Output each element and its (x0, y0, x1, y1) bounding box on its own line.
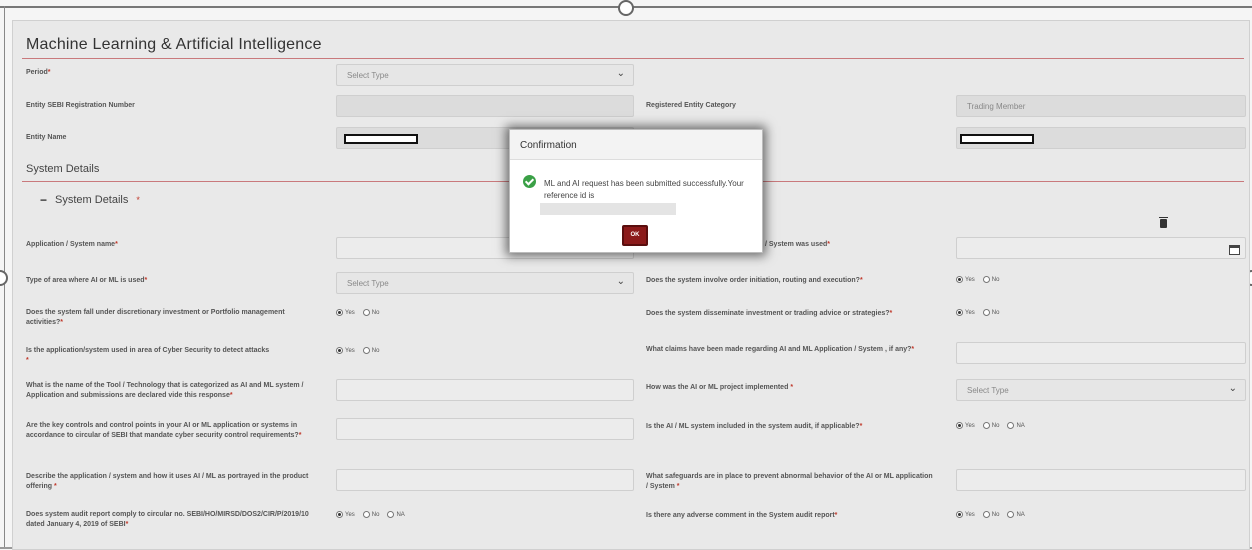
section-system-details: System Details (26, 163, 100, 175)
audit-comply-radio-group: Yes No NA (336, 511, 405, 518)
subsection-title: System Details (55, 194, 129, 206)
sebi-registration-field (336, 95, 634, 117)
radio-dot-icon (336, 511, 343, 518)
app-name-label: Application / System name* (26, 241, 118, 248)
controls-input[interactable] (336, 418, 634, 440)
radio-dot-icon (982, 309, 990, 316)
order-initiation-label: Does the system involve order initiation… (646, 277, 863, 284)
radio-dot-icon (956, 276, 963, 283)
redaction-box (344, 134, 418, 144)
period-select[interactable]: Select Type ⌄ (336, 64, 634, 86)
trash-icon[interactable] (1159, 217, 1168, 228)
discretionary-label: Does the system fall under discretionary… (26, 309, 285, 326)
radio-dot-icon (362, 347, 370, 354)
chevron-down-icon: ⌄ (1228, 383, 1237, 394)
chevron-down-icon: ⌄ (616, 68, 625, 79)
radio-dot-icon (956, 422, 963, 429)
order-initiation-radio-group: Yes No (956, 276, 999, 283)
ok-button[interactable]: OK (622, 225, 648, 246)
chevron-down-icon: ⌄ (616, 276, 625, 287)
radio-dot-icon (336, 309, 343, 316)
minus-icon: − (40, 193, 48, 207)
adverse-comment-label: Is there any adverse comment in the Syst… (646, 512, 838, 519)
radio-yes[interactable]: Yes (956, 511, 975, 518)
radio-no[interactable]: No (362, 347, 379, 354)
radio-yes[interactable]: Yes (336, 309, 355, 316)
controls-label: Are the key controls and control points … (26, 422, 302, 439)
audit-comply-label: Does system audit report comply to circu… (26, 511, 309, 528)
sebi-registration-label: Entity SEBI Registration Number (26, 102, 135, 109)
entity-category-field: Trading Member (956, 95, 1246, 117)
radio-no[interactable]: No (982, 309, 999, 316)
radio-dot-icon (362, 309, 370, 316)
radio-dot-icon (362, 511, 370, 518)
app-used-label: / System was used* (765, 241, 830, 248)
radio-yes[interactable]: Yes (336, 347, 355, 354)
claims-input[interactable] (956, 342, 1246, 364)
radio-dot-icon (387, 511, 395, 518)
reference-id-field (540, 203, 676, 215)
radio-no[interactable]: No (982, 422, 999, 429)
radio-dot-icon (336, 347, 343, 354)
radio-yes[interactable]: Yes (956, 309, 975, 316)
radio-yes[interactable]: Yes (956, 422, 975, 429)
describe-label: Describe the application / system and ho… (26, 473, 309, 490)
disseminate-label: Does the system disseminate investment o… (646, 310, 893, 317)
cyber-security-label: Is the application/system used in area o… (26, 347, 270, 364)
tool-technology-input[interactable] (336, 379, 634, 401)
resize-handle-left[interactable] (0, 270, 8, 286)
radio-dot-icon (1007, 511, 1015, 518)
claims-label: What claims have been made regarding AI … (646, 346, 915, 353)
audit-included-label: Is the AI / ML system included in the sy… (646, 423, 863, 430)
adverse-comment-radio-group: Yes No NA (956, 511, 1025, 518)
implemented-select[interactable]: Select Type ⌄ (956, 379, 1246, 401)
entity-category-label: Registered Entity Category (646, 102, 736, 109)
period-label: Period* (26, 69, 51, 76)
redaction-box (960, 134, 1034, 144)
dialog-title: Confirmation (510, 130, 762, 160)
calendar-icon[interactable] (1229, 245, 1240, 255)
radio-no[interactable]: No (362, 511, 379, 518)
cyber-security-radio-group: Yes No (336, 347, 379, 354)
confirmation-dialog: Confirmation ML and AI request has been … (509, 129, 763, 253)
describe-input[interactable] (336, 469, 634, 491)
area-type-select[interactable]: Select Type ⌄ (336, 272, 634, 294)
radio-dot-icon (956, 511, 963, 518)
resize-handle-top[interactable] (618, 0, 634, 16)
radio-na[interactable]: NA (1007, 422, 1025, 429)
title-divider (22, 58, 1244, 59)
radio-dot-icon (982, 511, 990, 518)
page-title: Machine Learning & Artificial Intelligen… (26, 36, 322, 53)
radio-dot-icon (982, 276, 990, 283)
radio-na[interactable]: NA (1007, 511, 1025, 518)
check-circle-icon (523, 175, 536, 188)
radio-no[interactable]: No (982, 276, 999, 283)
radio-dot-icon (956, 309, 963, 316)
entity-name-label: Entity Name (26, 134, 67, 141)
dialog-message: ML and AI request has been submitted suc… (544, 179, 744, 200)
date-used-input[interactable] (956, 237, 1246, 259)
area-type-label: Type of area where AI or ML is used* (26, 277, 148, 284)
safeguards-input[interactable] (956, 469, 1246, 491)
radio-dot-icon (1007, 422, 1015, 429)
radio-yes[interactable]: Yes (956, 276, 975, 283)
radio-no[interactable]: No (982, 511, 999, 518)
subsection-toggle[interactable]: − System Details * (40, 193, 140, 207)
audit-included-radio-group: Yes No NA (956, 422, 1025, 429)
discretionary-radio-group: Yes No (336, 309, 379, 316)
safeguards-label: What safeguards are in place to prevent … (646, 473, 933, 490)
radio-no[interactable]: No (362, 309, 379, 316)
radio-dot-icon (982, 422, 990, 429)
disseminate-radio-group: Yes No (956, 309, 999, 316)
implemented-label: How was the AI or ML project implemented… (646, 384, 794, 391)
tool-technology-label: What is the name of the Tool / Technolog… (26, 382, 304, 399)
radio-na[interactable]: NA (387, 511, 405, 518)
radio-yes[interactable]: Yes (336, 511, 355, 518)
